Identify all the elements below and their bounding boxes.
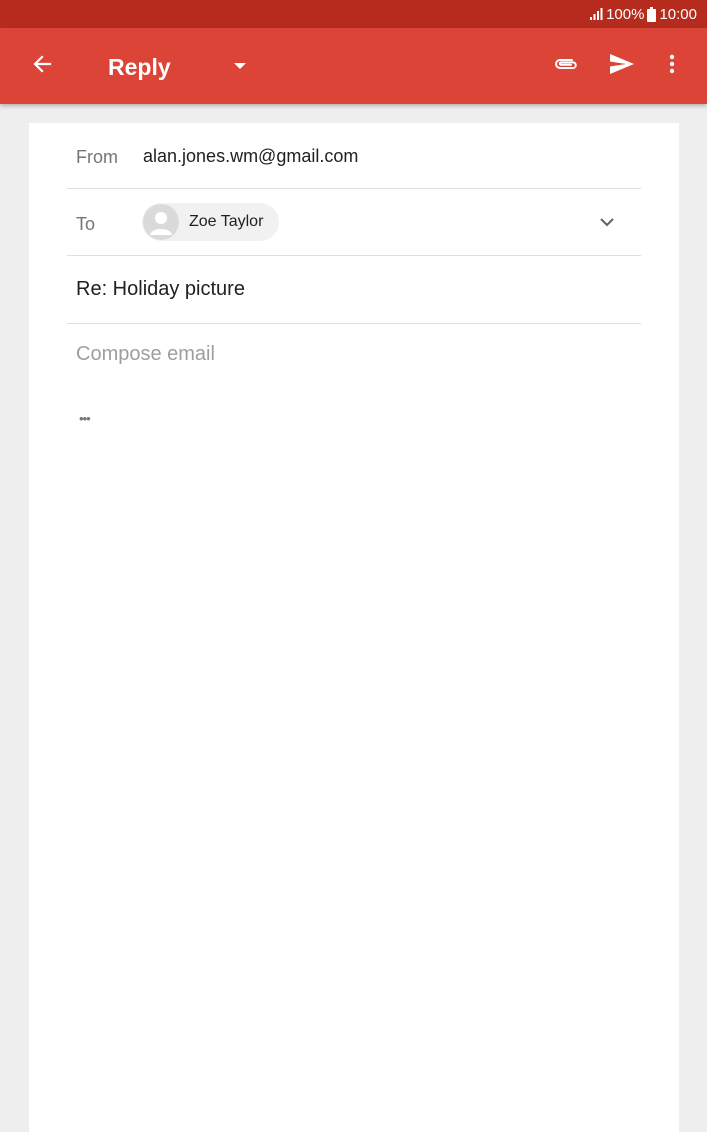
to-label: To xyxy=(76,214,96,234)
send-button[interactable] xyxy=(607,52,637,80)
status-bar: 100% 10:00 xyxy=(0,0,707,28)
attach-button[interactable] xyxy=(552,52,580,80)
subject-field[interactable]: Re: Holiday picture xyxy=(76,278,245,301)
signal-icon xyxy=(589,7,603,21)
quoted-text-dots: ••• xyxy=(79,410,91,426)
more-options-button[interactable] xyxy=(660,52,684,80)
reply-type-dropdown[interactable] xyxy=(228,54,252,78)
app-bar: Reply xyxy=(0,28,707,104)
battery-icon xyxy=(647,6,657,22)
compose-body-field[interactable]: Compose email xyxy=(76,343,215,366)
compose-card: From alan.jones.wm@gmail.com To Zoe Tayl… xyxy=(29,123,679,1132)
recipient-chip[interactable]: Zoe Taylor xyxy=(142,203,279,241)
expand-recipients-button[interactable] xyxy=(595,211,619,235)
dropdown-arrow-icon xyxy=(234,57,246,75)
divider xyxy=(67,255,641,256)
status-indicators: 100% 10:00 xyxy=(589,5,697,23)
recipient-name: Zoe Taylor xyxy=(189,213,264,230)
chevron-down-icon xyxy=(599,214,615,232)
back-arrow-icon xyxy=(32,54,52,79)
avatar xyxy=(143,204,179,240)
more-vert-icon xyxy=(669,54,675,79)
battery-percent: 100% xyxy=(606,5,645,23)
divider xyxy=(67,188,641,189)
person-icon xyxy=(150,212,172,235)
divider xyxy=(67,323,641,324)
from-account[interactable]: alan.jones.wm@gmail.com xyxy=(143,146,358,167)
send-icon xyxy=(609,53,635,80)
back-button[interactable] xyxy=(26,50,58,82)
page-title: Reply xyxy=(108,54,171,80)
paperclip-icon xyxy=(553,56,579,77)
show-quoted-text-button[interactable]: ••• xyxy=(79,409,107,427)
clock: 10:00 xyxy=(659,5,697,23)
from-label: From xyxy=(76,147,118,167)
